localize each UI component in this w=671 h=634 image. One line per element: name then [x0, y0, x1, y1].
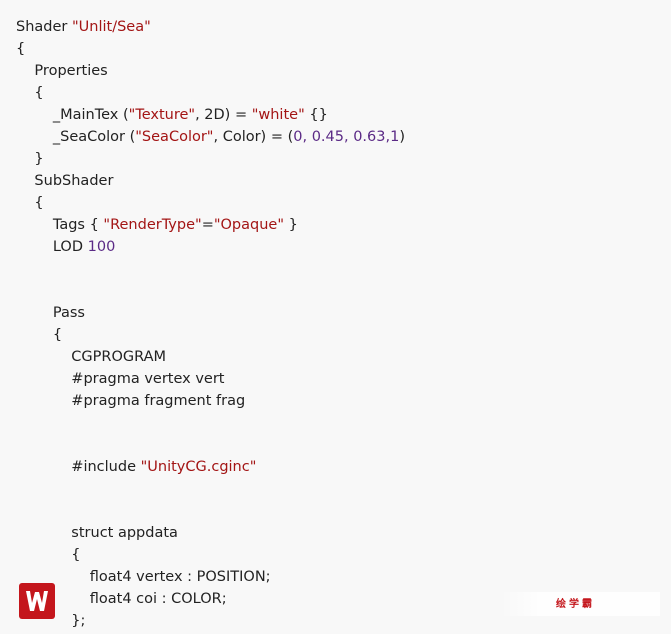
code-token: "RenderType"	[103, 217, 202, 233]
code-token: Properties	[16, 63, 108, 79]
code-line: Shader "Unlit/Sea"	[16, 16, 151, 38]
code-token: "white"	[251, 107, 305, 123]
code-token: SubShader	[16, 173, 114, 189]
code-line: {	[16, 324, 62, 346]
code-token: LOD	[16, 239, 88, 255]
code-line: Properties	[16, 60, 108, 82]
code-line: struct appdata	[16, 522, 178, 544]
watermark-text: 绘学霸	[556, 599, 595, 610]
code-token: Tags {	[16, 217, 104, 233]
code-token: CGPROGRAM	[16, 349, 167, 365]
code-token: _MainTex (	[16, 107, 129, 123]
code-line: {	[16, 38, 25, 60]
code-token: Pass	[16, 305, 85, 321]
code-token: }	[284, 217, 298, 233]
code-token: {}	[304, 107, 328, 123]
code-token: #pragma vertex vert	[16, 371, 225, 387]
code-line: {	[16, 544, 81, 566]
code-token: , 2D) =	[195, 107, 252, 123]
code-line: #include "UnityCG.cginc"	[16, 456, 256, 478]
code-token: )	[399, 129, 405, 145]
watermark: 绘学霸	[500, 592, 660, 616]
code-token: "Texture"	[128, 107, 196, 123]
code-token: , Color) = (	[213, 129, 294, 145]
code-token: {	[16, 41, 26, 57]
code-token: _SeaColor (	[16, 129, 136, 145]
code-line: #pragma fragment frag	[16, 390, 245, 412]
w-logo-icon	[19, 583, 55, 619]
code-line: SubShader	[16, 170, 113, 192]
code-line: _MainTex ("Texture", 2D) = "white" {}	[16, 104, 328, 126]
code-view: Shader "Unlit/Sea" { Properties { _MainTe…	[0, 0, 671, 634]
code-token: "SeaColor"	[135, 129, 214, 145]
code-token: {	[16, 85, 44, 101]
code-token: 100	[87, 239, 116, 255]
code-line: Tags { "RenderType"="Opaque" }	[16, 214, 298, 236]
code-token: Shader	[16, 19, 72, 35]
code-line: }	[16, 148, 44, 170]
code-line: {	[16, 82, 44, 104]
code-token: {	[16, 327, 63, 343]
code-token: {	[16, 547, 81, 563]
code-line: Pass	[16, 302, 85, 324]
code-line: LOD 100	[16, 236, 115, 258]
code-token: 0, 0.45, 0.63,1	[293, 129, 400, 145]
code-token: "Unlit/Sea"	[71, 19, 151, 35]
code-line: #pragma vertex vert	[16, 368, 225, 390]
code-token: #include	[16, 459, 141, 475]
code-line: _SeaColor ("SeaColor", Color) = (0, 0.45…	[16, 126, 405, 148]
code-line: {	[16, 192, 44, 214]
code-token: "Opaque"	[213, 217, 285, 233]
code-token: "UnityCG.cginc"	[140, 459, 257, 475]
code-line: CGPROGRAM	[16, 346, 166, 368]
code-token: =	[201, 217, 214, 233]
code-token: struct appdata	[16, 525, 178, 541]
code-token: {	[16, 195, 44, 211]
code-token: }	[16, 151, 44, 167]
code-token: #pragma fragment frag	[16, 393, 246, 409]
